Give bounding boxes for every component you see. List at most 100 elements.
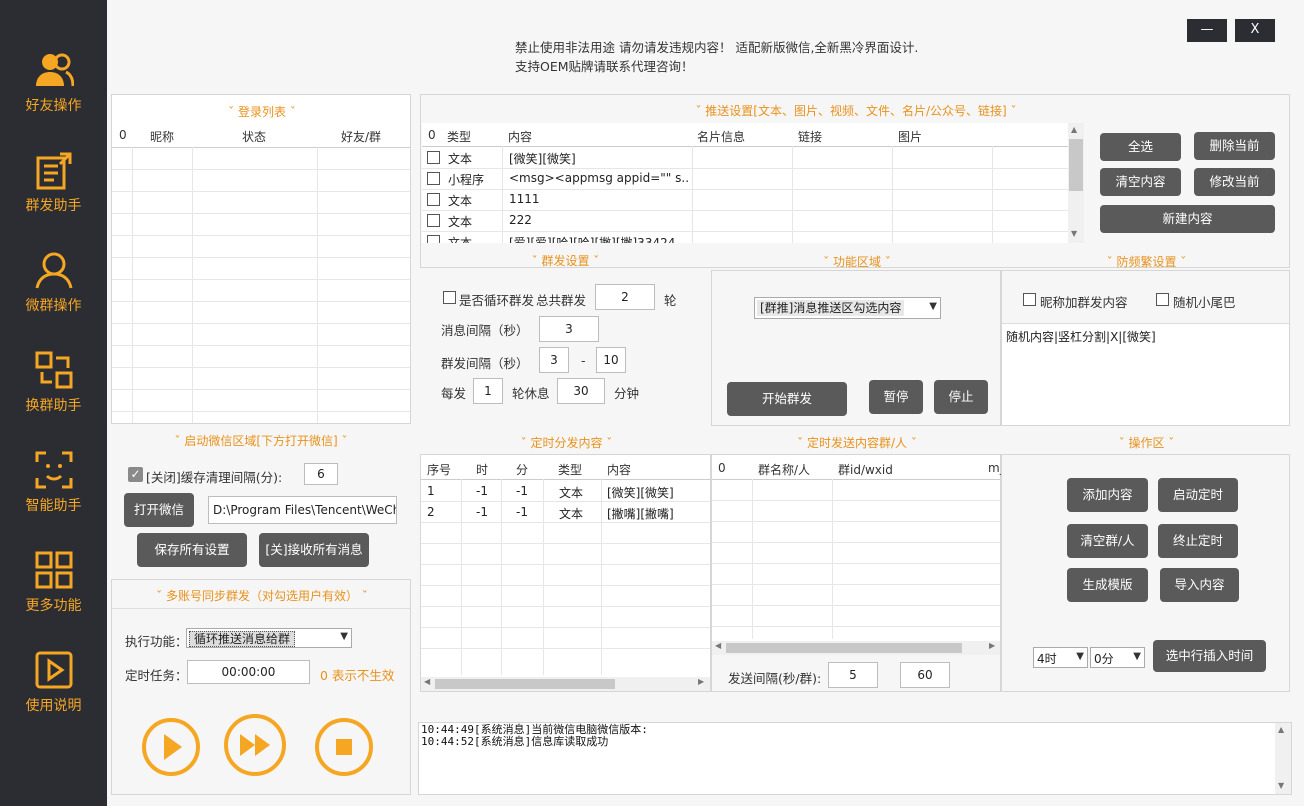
- generate-template-button[interactable]: 生成模版: [1067, 568, 1148, 602]
- schedule-header-type[interactable]: 类型: [558, 461, 582, 478]
- every-input[interactable]: 1: [473, 378, 503, 404]
- round-label: 轮: [664, 293, 677, 308]
- exec-label: 执行功能：: [125, 634, 188, 649]
- stop-button[interactable]: [315, 718, 373, 776]
- target-header-name[interactable]: 群名称/人: [758, 461, 810, 478]
- start-timer-button[interactable]: 启动定时: [1158, 478, 1238, 512]
- tail-checkbox[interactable]: [1156, 293, 1169, 306]
- row-checkbox[interactable]: [427, 214, 440, 227]
- target-table: 0 群名称/人 群id/wxid m_ ◀ ▶: [712, 455, 1006, 655]
- group-interval-from-input[interactable]: 3: [539, 347, 569, 373]
- add-content-button[interactable]: 添加内容: [1067, 478, 1148, 512]
- msg-interval-input[interactable]: 3: [539, 316, 599, 342]
- target-header-0[interactable]: 0: [718, 461, 726, 475]
- push-row[interactable]: 文本 222: [422, 210, 1068, 231]
- scroll-thumb[interactable]: [1069, 139, 1083, 191]
- close-button[interactable]: X: [1235, 19, 1275, 42]
- scroll-right-icon[interactable]: ▶: [989, 641, 995, 650]
- schedule-header-no[interactable]: 序号: [427, 461, 451, 478]
- new-content-button[interactable]: 新建内容: [1100, 205, 1275, 233]
- timer-label: 定时任务：: [125, 668, 188, 683]
- open-wechat-button[interactable]: 打开微信: [124, 493, 194, 527]
- delete-current-button[interactable]: 删除当前: [1194, 132, 1275, 160]
- exec-select[interactable]: 循环推送消息给群 ▼: [186, 628, 352, 648]
- import-content-button[interactable]: 导入内容: [1160, 568, 1239, 602]
- target-hscroll[interactable]: ◀ ▶: [712, 641, 1000, 655]
- push-row[interactable]: 文本 1111: [422, 189, 1068, 210]
- minute-select[interactable]: 0分 ▼: [1090, 647, 1145, 668]
- pause-button[interactable]: 暂停: [869, 380, 923, 414]
- group-interval-to-input[interactable]: 10: [596, 347, 626, 373]
- push-row[interactable]: 文本 [微笑][微笑]: [422, 147, 1068, 168]
- sidebar-item-more[interactable]: 更多功能: [0, 500, 107, 614]
- push-header-0[interactable]: 0: [428, 128, 436, 142]
- clear-groups-button[interactable]: 清空群/人: [1067, 524, 1148, 558]
- push-header-link[interactable]: 链接: [798, 128, 822, 145]
- hour-select[interactable]: 4时 ▼: [1033, 647, 1088, 668]
- scroll-down-icon[interactable]: ▼: [1071, 229, 1077, 238]
- loop-checkbox[interactable]: [443, 291, 456, 304]
- push-header-type[interactable]: 类型: [447, 128, 471, 145]
- wechat-path-input[interactable]: D:\Program Files\Tencent\WeChat: [208, 496, 397, 524]
- send-interval-from-input[interactable]: 5: [828, 662, 878, 688]
- insert-time-button[interactable]: 选中行插入时间: [1153, 640, 1266, 672]
- push-header-content[interactable]: 内容: [508, 128, 532, 145]
- sidebar-item-group[interactable]: 微群操作: [0, 200, 107, 314]
- schedule-row[interactable]: 2 -1 -1 文本 [撇嘴][撇嘴]: [421, 501, 710, 522]
- row-checkbox[interactable]: [427, 172, 440, 185]
- timer-input[interactable]: 00:00:00: [187, 660, 310, 684]
- schedule-header-content[interactable]: 内容: [607, 461, 631, 478]
- fast-forward-button[interactable]: [224, 714, 286, 776]
- schedule-row[interactable]: 1 -1 -1 文本 [微笑][微笑]: [421, 480, 710, 501]
- rest-input[interactable]: 30: [557, 378, 605, 404]
- push-header-card[interactable]: 名片信息: [697, 128, 745, 145]
- play-button[interactable]: [142, 718, 200, 776]
- row-checkbox[interactable]: [427, 235, 440, 243]
- scroll-left-icon[interactable]: ◀: [715, 641, 721, 650]
- send-interval-to-input[interactable]: 60: [900, 662, 950, 688]
- random-content-textarea[interactable]: 随机内容|竖杠分割|X|[微笑]: [1002, 323, 1289, 425]
- target-header-id[interactable]: 群id/wxid: [838, 461, 893, 478]
- scroll-up-icon[interactable]: ▲: [1071, 125, 1077, 134]
- stop-broadcast-button[interactable]: 停止: [934, 380, 988, 414]
- sidebar-item-smart[interactable]: 智能助手: [0, 400, 107, 514]
- scroll-down-icon[interactable]: ▼: [1278, 781, 1284, 790]
- login-header-status[interactable]: 状态: [242, 128, 266, 145]
- login-header-nick[interactable]: 昵称: [150, 128, 174, 145]
- sidebar-item-swap[interactable]: 换群助手: [0, 300, 107, 414]
- push-scrollbar[interactable]: ▲ ▼: [1068, 123, 1084, 243]
- cache-interval-input[interactable]: 6: [304, 463, 338, 485]
- sidebar-item-friends[interactable]: 好友操作: [0, 0, 107, 114]
- scroll-thumb[interactable]: [435, 679, 615, 689]
- login-header-0[interactable]: 0: [119, 128, 127, 142]
- sidebar-item-broadcast[interactable]: 群发助手: [0, 100, 107, 214]
- schedule-header-hour[interactable]: 时: [476, 461, 488, 478]
- scroll-up-icon[interactable]: ▲: [1278, 725, 1284, 734]
- nick-checkbox[interactable]: [1023, 293, 1036, 306]
- receive-messages-button[interactable]: [关]接收所有消息: [259, 533, 369, 567]
- log-scrollbar[interactable]: ▲ ▼: [1275, 723, 1291, 794]
- row-checkbox[interactable]: [427, 193, 440, 206]
- schedule-cell-no: 1: [427, 484, 435, 498]
- clear-content-button[interactable]: 清空内容: [1100, 168, 1181, 196]
- total-input[interactable]: 2: [595, 284, 655, 310]
- start-broadcast-button[interactable]: 开始群发: [727, 382, 847, 416]
- save-settings-button[interactable]: 保存所有设置: [137, 533, 247, 567]
- scroll-left-icon[interactable]: ◀: [424, 677, 430, 686]
- sidebar-item-help[interactable]: 使用说明: [0, 600, 107, 714]
- minimize-button[interactable]: —: [1187, 19, 1227, 42]
- modify-current-button[interactable]: 修改当前: [1194, 168, 1275, 196]
- scroll-thumb[interactable]: [726, 643, 962, 653]
- scroll-right-icon[interactable]: ▶: [698, 677, 704, 686]
- stop-timer-button[interactable]: 终止定时: [1158, 524, 1238, 558]
- push-row[interactable]: 小程序 <msg><appmsg appid="" s...: [422, 168, 1068, 189]
- cache-checkbox[interactable]: ✓: [128, 467, 143, 482]
- row-checkbox[interactable]: [427, 151, 440, 164]
- schedule-header-minute[interactable]: 分: [516, 461, 528, 478]
- push-header-image[interactable]: 图片: [898, 128, 922, 145]
- select-all-button[interactable]: 全选: [1100, 133, 1181, 161]
- function-select[interactable]: [群推]消息推送区勾选内容 ▼: [754, 297, 941, 319]
- schedule-hscroll[interactable]: ◀ ▶: [421, 677, 710, 691]
- login-header-friends[interactable]: 好友/群: [341, 128, 381, 145]
- push-row[interactable]: 文本 [爱][爱][哈][哈][撇][撇]33424: [422, 231, 1068, 243]
